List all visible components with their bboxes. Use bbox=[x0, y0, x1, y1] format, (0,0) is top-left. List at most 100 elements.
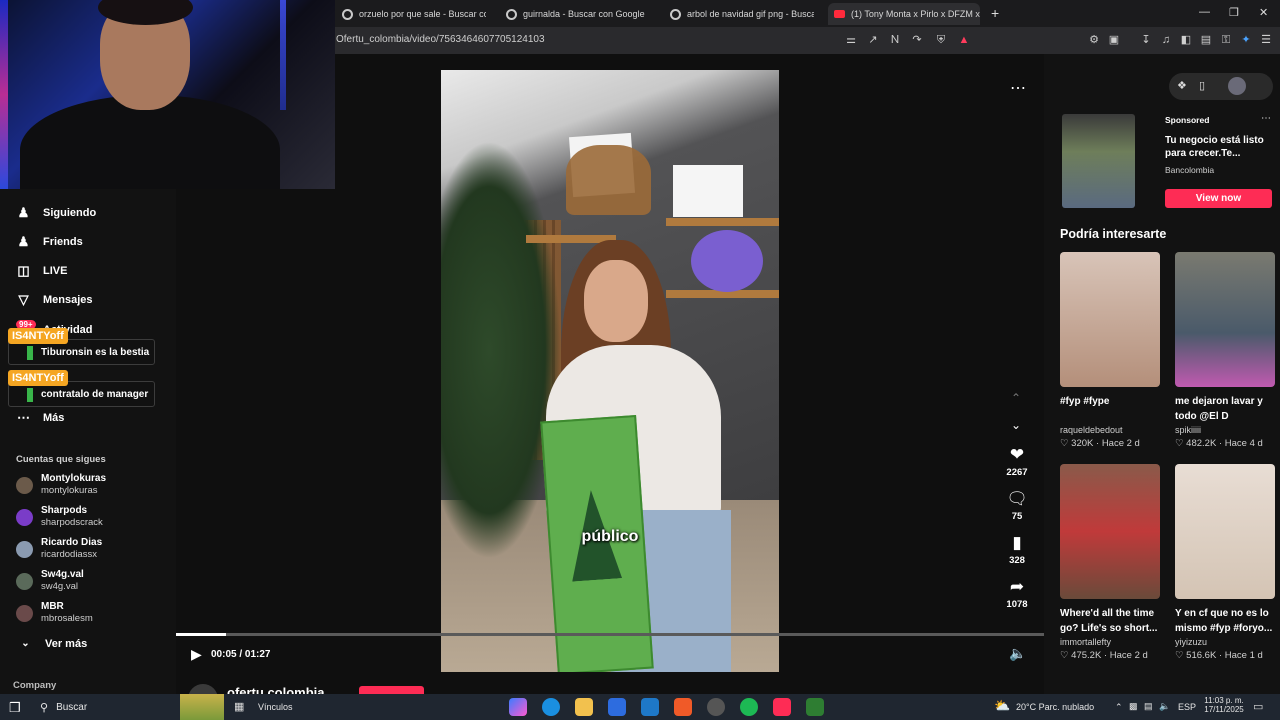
like-button[interactable]: ❤ 2267 bbox=[1001, 445, 1033, 478]
shield-icon[interactable]: ⛨ bbox=[934, 33, 948, 47]
next-video-icon[interactable]: ⌄ bbox=[1011, 418, 1021, 432]
browser-tab[interactable]: guirnalda - Buscar con Google bbox=[500, 3, 650, 25]
browser-tab-active[interactable]: (1) Tony Monta x Pirlo x DFZM x Top bbox=[828, 3, 980, 25]
share-icon[interactable]: ↷ bbox=[910, 33, 924, 47]
followed-account[interactable]: Montylokuras montylokuras bbox=[16, 473, 106, 497]
network-icon[interactable]: ▤ bbox=[1144, 701, 1153, 712]
company-link[interactable]: Company bbox=[13, 680, 56, 691]
vpn-icon[interactable]: ⚿ bbox=[1219, 33, 1233, 47]
video-progress-bar[interactable] bbox=[176, 633, 1044, 636]
recommended-video[interactable]: Where'd all the time go? Life's so short… bbox=[1060, 464, 1160, 661]
volume-icon[interactable]: 🔈 bbox=[1009, 645, 1026, 662]
download-icon[interactable]: ↧ bbox=[1139, 33, 1153, 47]
see-more-label: Ver más bbox=[45, 637, 88, 650]
browser-tab[interactable]: orzuelo por que sale - Buscar con Go bbox=[336, 3, 486, 25]
play-icon[interactable]: ▶ bbox=[191, 646, 202, 663]
recommended-video[interactable]: me dejaron lavar y todo @El D spikiiiii … bbox=[1175, 252, 1275, 449]
tiktok-icon[interactable] bbox=[773, 698, 791, 716]
sidebar-item-siguiendo[interactable]: ♟ Siguiendo bbox=[16, 205, 97, 220]
view-now-button[interactable]: View now bbox=[1165, 189, 1272, 208]
see-more-button[interactable]: ⌄ Ver más bbox=[18, 636, 87, 651]
video-stats: ♡ 320K · Hace 2 d bbox=[1060, 438, 1140, 449]
video-title: #fyp #fype bbox=[1060, 396, 1110, 407]
browser-tab[interactable]: arbol de navidad gif png - Buscar co bbox=[664, 3, 814, 25]
capture-icon[interactable]: ▣ bbox=[1107, 33, 1121, 47]
more-icon: ⋯ bbox=[17, 410, 30, 425]
recommended-video[interactable]: Y en cf que no es lo mismo #fyp #foryo..… bbox=[1175, 464, 1275, 661]
sidebar-item-mas[interactable]: ⋯ Más bbox=[16, 410, 64, 425]
avatar bbox=[16, 540, 33, 558]
sidebar-item-friends[interactable]: ♟ Friends bbox=[16, 234, 83, 249]
ad-options-icon[interactable]: ⋯ bbox=[1261, 113, 1271, 124]
following-icon: ♟ bbox=[17, 205, 30, 220]
windows-start-icon[interactable]: ❒ bbox=[9, 700, 21, 716]
weather-text[interactable]: 20°C Parc. nublado bbox=[1016, 702, 1094, 712]
tray-apps-icon[interactable]: ▩ bbox=[1129, 701, 1138, 712]
speaker-icon[interactable]: 🔈 bbox=[1159, 701, 1170, 712]
task-view-icon[interactable]: ▦ bbox=[234, 700, 244, 713]
restore-icon[interactable]: ❐ bbox=[1229, 6, 1239, 19]
links-toolbar[interactable]: Vínculos bbox=[258, 702, 293, 712]
file-explorer-icon[interactable] bbox=[575, 698, 593, 716]
widget-image[interactable] bbox=[180, 694, 224, 720]
rewards-icon[interactable]: ▲ bbox=[957, 33, 971, 47]
music-icon[interactable]: ♫ bbox=[1159, 33, 1173, 47]
tray-chevron-icon[interactable]: ⌃ bbox=[1115, 702, 1123, 713]
heart-outline-icon: ♡ bbox=[1060, 650, 1069, 661]
wallet-icon[interactable]: ▤ bbox=[1199, 33, 1213, 47]
share-count: 1078 bbox=[1006, 599, 1028, 610]
followed-account[interactable]: Sw4g.val sw4g.val bbox=[16, 569, 84, 593]
close-icon[interactable]: ✕ bbox=[1259, 6, 1268, 19]
heart-outline-icon: ♡ bbox=[1175, 438, 1184, 449]
followed-account[interactable]: MBR mbrosalesm bbox=[16, 601, 93, 625]
video-author: immortallefty bbox=[1060, 637, 1112, 647]
language-indicator[interactable]: ESP bbox=[1178, 702, 1196, 712]
progress-fill bbox=[176, 633, 227, 636]
clock[interactable]: 11:03 p. m. 17/11/2025 bbox=[1202, 696, 1246, 714]
video-author: raqueldebedout bbox=[1060, 425, 1123, 435]
notifications-icon[interactable]: ▭ bbox=[1253, 700, 1263, 713]
profile-avatar[interactable] bbox=[1228, 77, 1246, 95]
compass-icon[interactable]: ❖ bbox=[1177, 79, 1187, 92]
led-lights bbox=[280, 0, 286, 110]
extensions-icon[interactable]: ⚙ bbox=[1087, 33, 1101, 47]
brave-icon[interactable] bbox=[674, 698, 692, 716]
reader-icon[interactable]: ⚌ bbox=[844, 33, 858, 47]
ad-thumbnail[interactable] bbox=[1062, 114, 1135, 208]
new-tab-button[interactable]: + bbox=[991, 5, 999, 21]
spotify-icon[interactable] bbox=[740, 698, 758, 716]
copilot-icon[interactable] bbox=[509, 698, 527, 716]
video-player[interactable]: público bbox=[441, 70, 779, 672]
obs-icon[interactable] bbox=[707, 698, 725, 716]
previous-video-icon[interactable]: ⌃ bbox=[1011, 391, 1021, 405]
taskbar-search[interactable]: ⚲ Buscar bbox=[32, 697, 182, 717]
weather-icon: ⛅ bbox=[994, 698, 1011, 713]
menu-icon[interactable]: ☰ bbox=[1259, 33, 1273, 47]
comment-button[interactable]: 🗨 75 bbox=[1001, 489, 1033, 522]
account-handle: mbrosalesm bbox=[41, 613, 93, 624]
phone-icon[interactable]: ▯ bbox=[1199, 79, 1205, 92]
heart-outline-icon: ♡ bbox=[1175, 650, 1184, 661]
sidebar-item-live[interactable]: ◫ LIVE bbox=[16, 263, 67, 278]
store-icon[interactable] bbox=[608, 698, 626, 716]
share-button[interactable]: ➦ 1078 bbox=[1001, 577, 1033, 610]
edge-icon[interactable] bbox=[542, 698, 560, 716]
save-button[interactable]: ▮ 328 bbox=[1001, 533, 1033, 566]
open-external-icon[interactable]: ↗ bbox=[866, 33, 880, 47]
sidebar-item-mensajes[interactable]: ▽ Mensajes bbox=[16, 292, 93, 307]
chat-indicator bbox=[27, 388, 33, 402]
leo-icon[interactable]: ✦ bbox=[1239, 33, 1253, 47]
followed-account[interactable]: Sharpods sharpodscrack bbox=[16, 505, 103, 529]
mail-icon[interactable] bbox=[641, 698, 659, 716]
url-field[interactable]: Ofertu_colombia/video/756346460770512410… bbox=[336, 34, 545, 45]
recommended-video[interactable]: #fyp #fype raqueldebedout ♡ 320K · Hace … bbox=[1060, 252, 1160, 449]
sidebar-toggle-icon[interactable]: ◧ bbox=[1179, 33, 1193, 47]
more-options-icon[interactable]: ⋯ bbox=[1010, 78, 1026, 98]
bookmark-icon: ▮ bbox=[1012, 533, 1022, 552]
video-likes: 475.2K bbox=[1071, 650, 1102, 661]
translate-icon[interactable]: Ｎ bbox=[888, 33, 902, 47]
search-icon: ⚲ bbox=[40, 701, 49, 714]
nvidia-icon[interactable] bbox=[806, 698, 824, 716]
followed-account[interactable]: Ricardo Dias ricardodiassx bbox=[16, 537, 102, 561]
minimize-icon[interactable]: — bbox=[1199, 6, 1210, 18]
